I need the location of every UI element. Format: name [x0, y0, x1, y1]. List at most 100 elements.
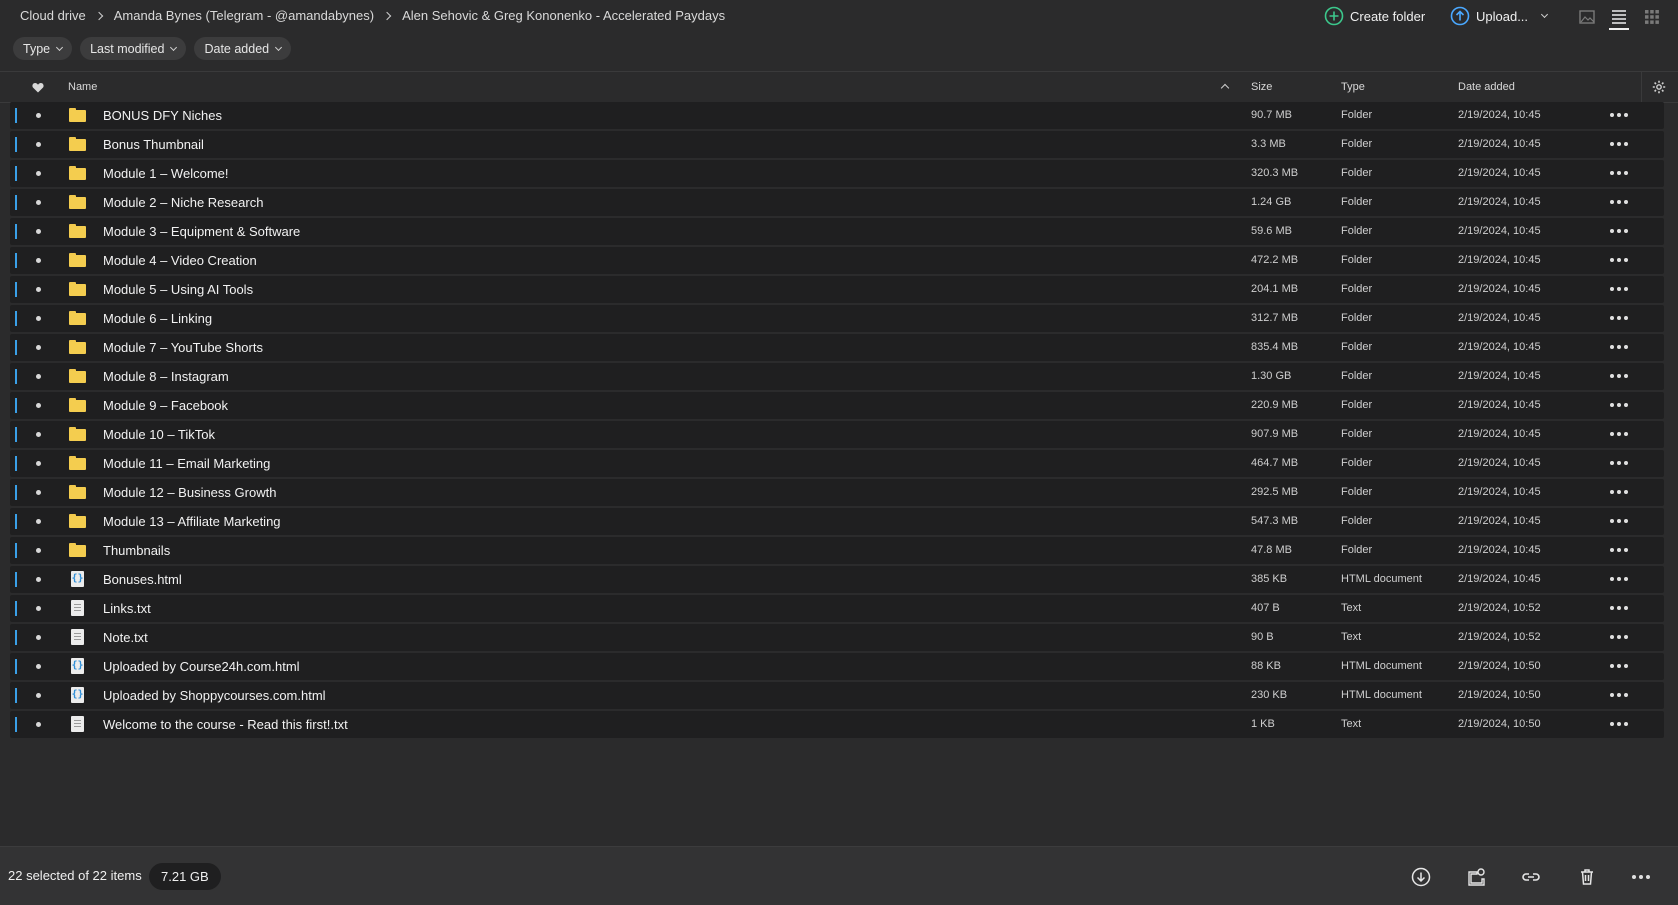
- favourite-heart-icon[interactable]: [32, 82, 44, 93]
- file-row[interactable]: Thumbnails 47.8 MB Folder 2/19/2024, 10:45: [10, 537, 1664, 564]
- breadcrumb-cloud-drive[interactable]: Cloud drive: [20, 8, 86, 23]
- row-more-options-icon[interactable]: [1610, 573, 1630, 585]
- column-date-added[interactable]: Date added: [1458, 81, 1515, 93]
- row-more-options-icon[interactable]: [1610, 457, 1630, 469]
- row-more-options-icon[interactable]: [1610, 225, 1630, 237]
- file-date-added: 2/19/2024, 10:45: [1458, 457, 1541, 469]
- breadcrumb-current-folder[interactable]: Alen Sehovic & Greg Kononenko - Accelera…: [402, 8, 725, 23]
- grid-view-icon[interactable]: [1643, 8, 1661, 26]
- select-dot[interactable]: [36, 403, 41, 408]
- row-more-options-icon[interactable]: [1610, 167, 1630, 179]
- file-row[interactable]: Links.txt 407 B Text 2/19/2024, 10:52: [10, 595, 1664, 622]
- more-options-icon[interactable]: [1632, 871, 1652, 883]
- select-dot[interactable]: [36, 519, 41, 524]
- file-row[interactable]: Module 4 – Video Creation 472.2 MB Folder 2…: [10, 247, 1664, 274]
- select-dot[interactable]: [36, 316, 41, 321]
- select-dot[interactable]: [36, 490, 41, 495]
- select-dot[interactable]: [36, 635, 41, 640]
- row-more-options-icon[interactable]: [1610, 631, 1630, 643]
- file-row[interactable]: Module 9 – Facebook 220.9 MB Folder 2/19/20…: [10, 392, 1664, 419]
- file-row[interactable]: Module 2 – Niche Research 1.24 GB Folder 2/…: [10, 189, 1664, 216]
- row-more-options-icon[interactable]: [1610, 689, 1630, 701]
- select-dot[interactable]: [36, 461, 41, 466]
- row-more-options-icon[interactable]: [1610, 660, 1630, 672]
- column-type[interactable]: Type: [1341, 81, 1365, 93]
- sort-ascending-icon[interactable]: [1220, 83, 1230, 93]
- select-dot[interactable]: [36, 374, 41, 379]
- file-type: Folder: [1341, 428, 1373, 440]
- download-icon[interactable]: [1410, 866, 1432, 888]
- select-dot[interactable]: [36, 113, 41, 118]
- select-dot[interactable]: [36, 287, 41, 292]
- breadcrumb-parent-folder[interactable]: Amanda Bynes (Telegram - @amandabynes): [114, 8, 374, 23]
- row-more-options-icon[interactable]: [1610, 341, 1630, 353]
- row-more-options-icon[interactable]: [1610, 283, 1630, 295]
- folder-icon: [69, 484, 87, 500]
- file-row[interactable]: Module 1 – Welcome! 320.3 MB Folder 2/19/20…: [10, 160, 1664, 187]
- select-dot[interactable]: [36, 200, 41, 205]
- file-row[interactable]: Note.txt 90 B Text 2/19/2024, 10:52: [10, 624, 1664, 651]
- row-more-options-icon[interactable]: [1610, 138, 1630, 150]
- select-dot[interactable]: [36, 693, 41, 698]
- file-size: 385 KB: [1251, 573, 1288, 585]
- file-name: Module 3 – Equipment & Software: [103, 224, 301, 239]
- link-icon[interactable]: [1520, 866, 1542, 888]
- row-more-options-icon[interactable]: [1610, 399, 1630, 411]
- selection-indicator: [15, 137, 17, 152]
- select-dot[interactable]: [36, 722, 41, 727]
- select-dot[interactable]: [36, 171, 41, 176]
- file-name: Module 8 – Instagram: [103, 369, 229, 384]
- row-more-options-icon[interactable]: [1610, 370, 1630, 382]
- select-dot[interactable]: [36, 548, 41, 553]
- row-more-options-icon[interactable]: [1610, 602, 1630, 614]
- filter-last-modified[interactable]: Last modified: [80, 37, 187, 60]
- file-row[interactable]: Module 8 – Instagram 1.30 GB Folder 2/19/20…: [10, 363, 1664, 390]
- select-dot[interactable]: [36, 664, 41, 669]
- file-row[interactable]: Module 6 – Linking 312.7 MB Folder 2/19/202…: [10, 305, 1664, 332]
- list-view-icon[interactable]: [1610, 8, 1628, 26]
- file-row[interactable]: {} Uploaded by Course24h.com.html 88 KB HTM…: [10, 653, 1664, 680]
- file-size: 407 B: [1251, 602, 1280, 614]
- folder-icon: [69, 339, 87, 355]
- file-row[interactable]: Module 11 – Email Marketing 464.7 MB Folde…: [10, 450, 1664, 477]
- row-more-options-icon[interactable]: [1610, 544, 1630, 556]
- create-folder-button[interactable]: Create folder: [1324, 6, 1425, 26]
- file-row[interactable]: BONUS DFY Niches 90.7 MB Folder 2/19/2024, …: [10, 102, 1664, 129]
- select-dot[interactable]: [36, 142, 41, 147]
- gear-icon[interactable]: [1652, 80, 1666, 94]
- select-dot[interactable]: [36, 432, 41, 437]
- file-list: BONUS DFY Niches 90.7 MB Folder 2/19/2024, …: [10, 102, 1664, 740]
- file-size: 320.3 MB: [1251, 167, 1299, 179]
- filter-date-added[interactable]: Date added: [194, 37, 292, 60]
- file-row[interactable]: Welcome to the course - Read this first!…: [10, 711, 1664, 738]
- row-more-options-icon[interactable]: [1610, 254, 1630, 266]
- trash-icon[interactable]: [1576, 866, 1598, 888]
- file-row[interactable]: {} Bonuses.html 385 KB HTML document 2/19/20…: [10, 566, 1664, 593]
- media-view-icon[interactable]: [1578, 8, 1596, 26]
- row-more-options-icon[interactable]: [1610, 718, 1630, 730]
- row-more-options-icon[interactable]: [1610, 109, 1630, 121]
- file-row[interactable]: Module 10 – TikTok 907.9 MB Folder 2/19/202…: [10, 421, 1664, 448]
- row-more-options-icon[interactable]: [1610, 515, 1630, 527]
- file-row[interactable]: Module 13 – Affiliate Marketing 547.3 MB F…: [10, 508, 1664, 535]
- file-row[interactable]: {} Uploaded by Shoppycourses.com.html 230 …: [10, 682, 1664, 709]
- file-row[interactable]: Module 5 – Using AI Tools 204.1 MB Folder 2…: [10, 276, 1664, 303]
- select-dot[interactable]: [36, 577, 41, 582]
- row-more-options-icon[interactable]: [1610, 312, 1630, 324]
- select-dot[interactable]: [36, 345, 41, 350]
- file-row[interactable]: Module 7 – YouTube Shorts 835.4 MB Folder 2…: [10, 334, 1664, 361]
- column-size[interactable]: Size: [1251, 81, 1272, 93]
- row-more-options-icon[interactable]: [1610, 486, 1630, 498]
- row-more-options-icon[interactable]: [1610, 196, 1630, 208]
- file-row[interactable]: Module 12 – Business Growth 292.5 MB Folde…: [10, 479, 1664, 506]
- upload-button[interactable]: Upload...: [1450, 6, 1549, 26]
- file-row[interactable]: Module 3 – Equipment & Software 59.6 MB Fo…: [10, 218, 1664, 245]
- file-row[interactable]: Bonus Thumbnail 3.3 MB Folder 2/19/2024, 10…: [10, 131, 1664, 158]
- select-dot[interactable]: [36, 258, 41, 263]
- share-folder-icon[interactable]: [1465, 866, 1487, 888]
- select-dot[interactable]: [36, 229, 41, 234]
- filter-type[interactable]: Type: [13, 37, 73, 60]
- column-name[interactable]: Name: [68, 81, 97, 93]
- select-dot[interactable]: [36, 606, 41, 611]
- row-more-options-icon[interactable]: [1610, 428, 1630, 440]
